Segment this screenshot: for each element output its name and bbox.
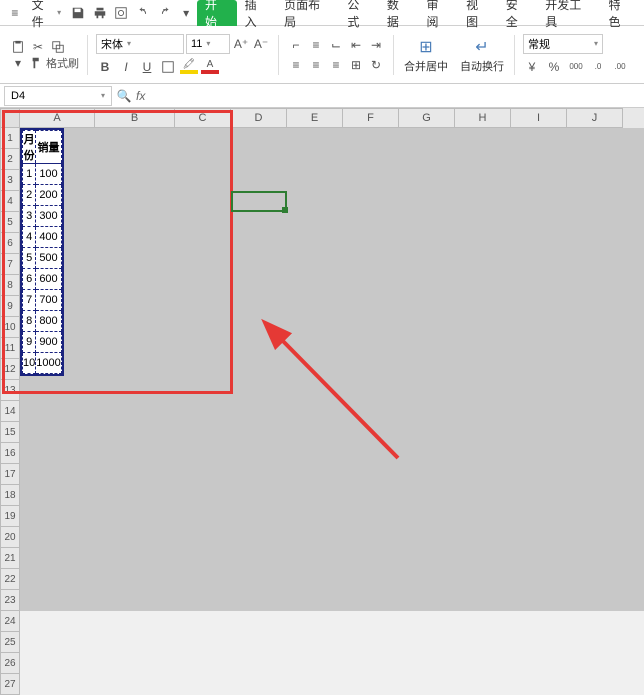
cut-icon[interactable]: ✂ — [30, 39, 46, 55]
merge-center-button[interactable]: ⊞ 合并居中 — [398, 32, 454, 78]
wrap-text-icon: ↵ — [471, 36, 493, 58]
paste-dropdown-icon[interactable]: ▾ — [10, 55, 26, 71]
ribbon: ✂ ▾ 格式刷 宋体▾ 11▾ A⁺ A⁻ B I U — [0, 26, 644, 84]
align-left-icon[interactable]: ≡ — [287, 56, 305, 74]
tab-start[interactable]: 开始 — [197, 0, 237, 26]
col-header-J[interactable]: J — [567, 108, 623, 128]
bold-button[interactable]: B — [96, 58, 114, 76]
orientation-icon[interactable]: ↻ — [367, 56, 385, 74]
tab-view[interactable]: 视图 — [458, 0, 498, 26]
print-preview-icon[interactable] — [111, 3, 131, 23]
underline-button[interactable]: U — [138, 58, 156, 76]
increase-decimal-button[interactable]: .0 — [589, 58, 607, 76]
row-header[interactable]: 18 — [0, 485, 20, 506]
copy-icon[interactable] — [50, 39, 66, 55]
comma-button[interactable]: 000 — [567, 58, 585, 76]
tab-features[interactable]: 特色 — [600, 0, 640, 26]
align-right-icon[interactable]: ≡ — [327, 56, 345, 74]
undo-icon[interactable] — [133, 3, 153, 23]
indent-inc-icon[interactable]: ⇥ — [367, 36, 385, 54]
align-middle-icon[interactable]: ≡ — [307, 36, 325, 54]
redo-icon[interactable] — [155, 3, 175, 23]
format-painter-button[interactable]: 格式刷 — [30, 55, 79, 71]
tab-formula[interactable]: 公式 — [339, 0, 379, 26]
tab-security[interactable]: 安全 — [498, 0, 538, 26]
number-format-select[interactable]: 常规▾ — [523, 34, 603, 54]
row-header[interactable]: 25 — [0, 632, 20, 653]
print-icon[interactable] — [90, 3, 110, 23]
merge-icon[interactable]: ⊞ — [347, 56, 365, 74]
percent-button[interactable]: % — [545, 58, 563, 76]
fill-color-button[interactable]: 🖍 — [180, 58, 198, 76]
tab-page-layout[interactable]: 页面布局 — [276, 0, 339, 26]
col-header-H[interactable]: H — [455, 108, 511, 128]
paste-icon[interactable] — [10, 39, 26, 55]
row-header[interactable]: 22 — [0, 569, 20, 590]
save-icon[interactable] — [68, 3, 88, 23]
col-header-G[interactable]: G — [399, 108, 455, 128]
border-button[interactable] — [159, 58, 177, 76]
row-header[interactable]: 20 — [0, 527, 20, 548]
fx-icon[interactable]: fx — [136, 89, 145, 103]
sheet-area: A B C D E F G H I J 12345678910111213141… — [0, 108, 644, 611]
print-area-annotation — [2, 110, 233, 394]
active-cell[interactable] — [231, 191, 287, 212]
decrease-decimal-button[interactable]: .00 — [611, 58, 629, 76]
name-box[interactable]: D4 ▾ — [4, 86, 112, 106]
row-header[interactable]: 23 — [0, 590, 20, 611]
auto-wrap-button[interactable]: ↵ 自动换行 — [454, 32, 510, 78]
top-menubar: ≡ 文件 ▾ ▾ 开始 插入 页面布局 公式 数据 审阅 视图 安全 开发工具 … — [0, 0, 644, 26]
font-color-button[interactable]: A — [201, 58, 219, 76]
indent-dec-icon[interactable]: ⇤ — [347, 36, 365, 54]
decrease-font-icon[interactable]: A⁻ — [252, 35, 270, 53]
italic-button[interactable]: I — [117, 58, 135, 76]
col-header-F[interactable]: F — [343, 108, 399, 128]
qat-more-icon[interactable]: ▾ — [176, 3, 196, 23]
row-header[interactable]: 16 — [0, 443, 20, 464]
chevron-down-icon: ▾ — [57, 8, 61, 17]
tab-insert[interactable]: 插入 — [237, 0, 277, 26]
merge-center-icon: ⊞ — [415, 36, 437, 58]
align-top-icon[interactable]: ⌐ — [287, 36, 305, 54]
row-header[interactable]: 14 — [0, 401, 20, 422]
font-size-select[interactable]: 11▾ — [186, 34, 230, 54]
row-header[interactable]: 17 — [0, 464, 20, 485]
row-header[interactable]: 24 — [0, 611, 20, 632]
col-header-I[interactable]: I — [511, 108, 567, 128]
clipboard-group: ✂ ▾ 格式刷 — [6, 26, 83, 83]
menu-icon[interactable]: ≡ — [5, 3, 25, 23]
row-header[interactable]: 15 — [0, 422, 20, 443]
row-header[interactable]: 27 — [0, 674, 20, 695]
formula-bar: D4 ▾ 🔍 fx — [0, 84, 644, 108]
currency-button[interactable]: ¥ — [523, 58, 541, 76]
font-group: 宋体▾ 11▾ A⁺ A⁻ B I U 🖍 A — [92, 26, 274, 83]
zoom-icon[interactable]: 🔍 — [116, 88, 132, 104]
tab-review[interactable]: 审阅 — [419, 0, 459, 26]
font-name-select[interactable]: 宋体▾ — [96, 34, 184, 54]
row-header[interactable]: 21 — [0, 548, 20, 569]
col-header-D[interactable]: D — [231, 108, 287, 128]
row-header[interactable]: 19 — [0, 506, 20, 527]
tab-devtools[interactable]: 开发工具 — [537, 0, 600, 26]
chevron-down-icon: ▾ — [101, 91, 105, 100]
number-group: 常规▾ ¥ % 000 .0 .00 — [519, 26, 633, 83]
tab-data[interactable]: 数据 — [379, 0, 419, 26]
align-center-icon[interactable]: ≡ — [307, 56, 325, 74]
col-header-E[interactable]: E — [287, 108, 343, 128]
align-bottom-icon[interactable]: ⌙ — [327, 36, 345, 54]
row-header[interactable]: 26 — [0, 653, 20, 674]
increase-font-icon[interactable]: A⁺ — [232, 35, 250, 53]
align-group: ⌐ ≡ ⌙ ⇤ ⇥ ≡ ≡ ≡ ⊞ ↻ — [283, 26, 389, 83]
